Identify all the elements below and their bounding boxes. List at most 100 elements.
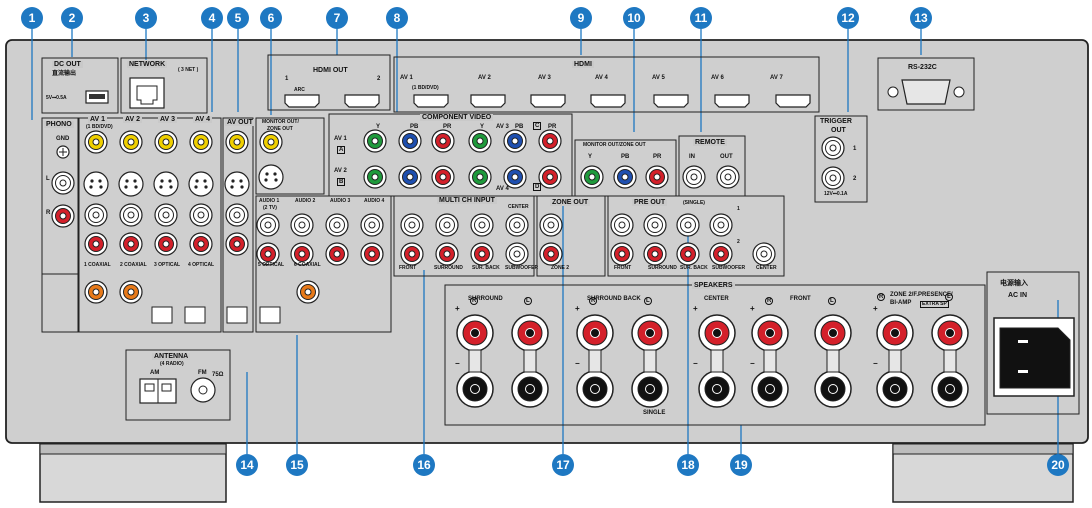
rca-jack[interactable]	[431, 129, 455, 153]
rca-jack[interactable]	[503, 165, 527, 189]
speaker-terminal-negative[interactable]	[751, 370, 789, 408]
am-antenna-terminal[interactable]	[139, 378, 177, 404]
s-video-jack[interactable]	[258, 164, 284, 190]
hdmi-port[interactable]	[413, 94, 449, 108]
speaker-terminal-positive[interactable]	[698, 314, 736, 352]
rca-jack[interactable]	[84, 203, 108, 227]
rca-jack[interactable]	[363, 129, 387, 153]
rca-jack[interactable]	[400, 213, 424, 237]
rca-jack[interactable]	[398, 129, 422, 153]
hdmi-port[interactable]	[653, 94, 689, 108]
rca-jack[interactable]	[503, 129, 527, 153]
hdmi-port[interactable]	[530, 94, 566, 108]
rca-jack[interactable]	[676, 213, 700, 237]
speaker-terminal-positive[interactable]	[631, 314, 669, 352]
rca-jack[interactable]	[363, 165, 387, 189]
rca-jack[interactable]	[398, 165, 422, 189]
rca-jack[interactable]	[538, 165, 562, 189]
speaker-terminal-positive[interactable]	[576, 314, 614, 352]
gnd-terminal[interactable]	[56, 145, 70, 159]
rca-jack[interactable]	[259, 130, 283, 154]
rca-jack[interactable]	[290, 213, 314, 237]
speaker-terminal-negative[interactable]	[814, 370, 852, 408]
rca-jack[interactable]	[676, 242, 700, 266]
rca-jack[interactable]	[709, 213, 733, 237]
rca-jack[interactable]	[821, 166, 845, 190]
rca-jack[interactable]	[682, 165, 706, 189]
speaker-terminal-positive[interactable]	[876, 314, 914, 352]
s-video-jack[interactable]	[224, 171, 250, 197]
rca-jack[interactable]	[51, 171, 75, 195]
hdmi-port[interactable]	[470, 94, 506, 108]
rca-jack[interactable]	[643, 213, 667, 237]
rca-jack[interactable]	[610, 213, 634, 237]
rca-jack[interactable]	[716, 165, 740, 189]
hdmi-port[interactable]	[284, 94, 320, 108]
rca-jack[interactable]	[154, 203, 178, 227]
speaker-terminal-negative[interactable]	[876, 370, 914, 408]
rca-jack[interactable]	[613, 165, 637, 189]
speaker-terminal-negative[interactable]	[511, 370, 549, 408]
rca-jack[interactable]	[325, 213, 349, 237]
speaker-terminal-positive[interactable]	[511, 314, 549, 352]
rca-jack[interactable]	[470, 242, 494, 266]
rca-jack[interactable]	[256, 213, 280, 237]
hdmi-port[interactable]	[590, 94, 626, 108]
speaker-terminal-positive[interactable]	[456, 314, 494, 352]
rca-jack[interactable]	[225, 232, 249, 256]
rca-jack[interactable]	[189, 232, 213, 256]
rca-jack[interactable]	[296, 280, 320, 304]
rca-jack[interactable]	[435, 242, 459, 266]
rca-jack[interactable]	[431, 165, 455, 189]
s-video-jack[interactable]	[188, 171, 214, 197]
speaker-terminal-negative[interactable]	[631, 370, 669, 408]
rca-jack[interactable]	[821, 136, 845, 160]
rca-jack[interactable]	[505, 213, 529, 237]
rca-jack[interactable]	[360, 213, 384, 237]
rca-jack[interactable]	[360, 242, 384, 266]
rca-jack[interactable]	[84, 130, 108, 154]
rca-jack[interactable]	[119, 232, 143, 256]
rca-jack[interactable]	[154, 130, 178, 154]
rca-jack[interactable]	[752, 242, 776, 266]
speaker-terminal-positive[interactable]	[814, 314, 852, 352]
rca-jack[interactable]	[84, 232, 108, 256]
speaker-terminal-negative[interactable]	[698, 370, 736, 408]
hdmi-port[interactable]	[714, 94, 750, 108]
rca-jack[interactable]	[325, 242, 349, 266]
speaker-terminal-negative[interactable]	[931, 370, 969, 408]
s-video-jack[interactable]	[83, 171, 109, 197]
rca-jack[interactable]	[435, 213, 459, 237]
speaker-terminal-positive[interactable]	[751, 314, 789, 352]
rca-jack[interactable]	[189, 203, 213, 227]
rca-jack[interactable]	[225, 130, 249, 154]
rca-jack[interactable]	[645, 165, 669, 189]
hdmi-port[interactable]	[344, 94, 380, 108]
rca-jack[interactable]	[84, 280, 108, 304]
rca-jack[interactable]	[119, 130, 143, 154]
hdmi-port[interactable]	[775, 94, 811, 108]
rca-jack[interactable]	[400, 242, 424, 266]
rca-jack[interactable]	[468, 165, 492, 189]
rca-jack[interactable]	[51, 204, 75, 228]
rca-jack[interactable]	[119, 280, 143, 304]
speaker-terminal-positive[interactable]	[931, 314, 969, 352]
rca-jack[interactable]	[189, 130, 213, 154]
rca-jack[interactable]	[709, 242, 733, 266]
s-video-jack[interactable]	[118, 171, 144, 197]
s-video-jack[interactable]	[153, 171, 179, 197]
rca-jack[interactable]	[539, 242, 563, 266]
ac-inlet[interactable]	[993, 317, 1075, 397]
rca-jack[interactable]	[225, 203, 249, 227]
rca-jack[interactable]	[505, 242, 529, 266]
fm-antenna-jack[interactable]	[190, 377, 216, 403]
rca-jack[interactable]	[154, 232, 178, 256]
speaker-terminal-negative[interactable]	[456, 370, 494, 408]
rca-jack[interactable]	[538, 129, 562, 153]
rca-jack[interactable]	[468, 129, 492, 153]
rca-jack[interactable]	[610, 242, 634, 266]
rca-jack[interactable]	[643, 242, 667, 266]
rca-jack[interactable]	[470, 213, 494, 237]
rca-jack[interactable]	[580, 165, 604, 189]
speaker-terminal-negative[interactable]	[576, 370, 614, 408]
